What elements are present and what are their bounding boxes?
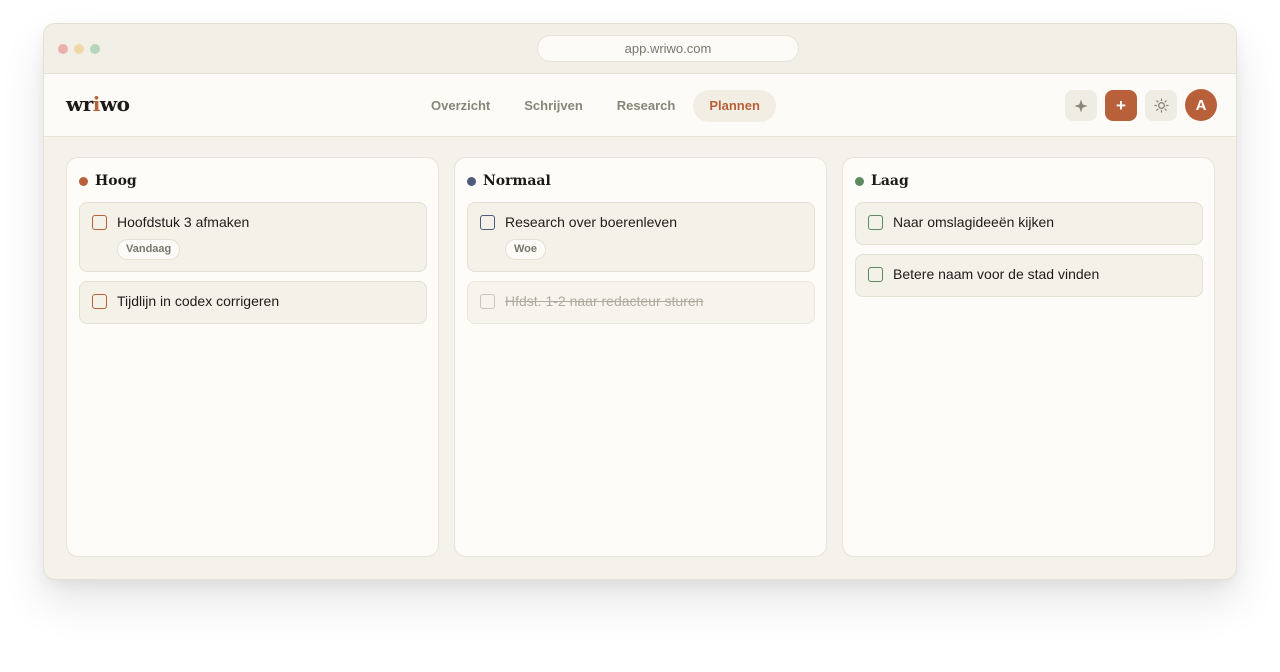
column-header: Hoog: [79, 172, 137, 190]
task-checkbox[interactable]: [92, 215, 107, 230]
nav-plannen[interactable]: Plannen: [693, 90, 776, 122]
task-title: Tijdlijn in codex corrigeren: [117, 293, 280, 309]
browser-window: app.wriwo.com wriwo Overzicht Schrijven …: [43, 23, 1237, 580]
nav-overzicht[interactable]: Overzicht: [415, 90, 506, 122]
nav-schrijven[interactable]: Schrijven: [508, 90, 599, 122]
task-title: Naar omslagideeën kijken: [893, 214, 1055, 230]
url-bar[interactable]: app.wriwo.com: [537, 35, 799, 62]
task-card[interactable]: Naar omslagideeën kijken: [855, 202, 1203, 245]
task-checkbox[interactable]: [480, 215, 495, 230]
task-card-done[interactable]: Hfdst. 1-2 naar redacteur sturen: [467, 281, 815, 324]
task-card[interactable]: Tijdlijn in codex corrigeren: [79, 281, 427, 324]
task-card[interactable]: Betere naam voor de stad vinden: [855, 254, 1203, 297]
task-card[interactable]: Research over boerenleven Woe: [467, 202, 815, 272]
task-card[interactable]: Hoofdstuk 3 afmaken Vandaag: [79, 202, 427, 272]
column-title: Hoog: [95, 173, 137, 189]
column-hoog: Hoog Hoofdstuk 3 afmaken Vandaag Tijdlij…: [66, 157, 439, 557]
logo-part: wo: [99, 92, 130, 116]
priority-dot: [855, 176, 864, 186]
column-title: Normaal: [483, 173, 551, 189]
add-button[interactable]: +: [1105, 90, 1137, 121]
minimize-window-dot[interactable]: [74, 44, 84, 54]
due-tag: Woe: [505, 239, 547, 260]
ai-assist-button[interactable]: [1065, 90, 1097, 121]
task-checkbox[interactable]: [868, 215, 883, 230]
column-header: Normaal: [467, 172, 551, 190]
task-title: Betere naam voor de stad vinden: [893, 266, 1100, 282]
due-tag: Vandaag: [117, 239, 181, 260]
browser-titlebar: app.wriwo.com: [44, 24, 1236, 74]
task-title: Hoofdstuk 3 afmaken: [117, 214, 250, 230]
column-title: Laag: [871, 173, 909, 189]
wriwo-logo[interactable]: wriwo: [66, 92, 130, 116]
sparkle-icon: [1074, 99, 1088, 112]
task-title: Research over boerenleven: [505, 214, 677, 230]
close-window-dot[interactable]: [58, 44, 68, 54]
maximize-window-dot[interactable]: [90, 44, 100, 54]
task-checkbox[interactable]: [92, 294, 107, 309]
app-header: wriwo Overzicht Schrijven Research Plann…: [44, 74, 1236, 137]
column-header: Laag: [855, 172, 909, 190]
column-normaal: Normaal Research over boerenleven Woe Hf…: [454, 157, 827, 557]
avatar[interactable]: A: [1185, 89, 1217, 121]
logo-part: wr: [66, 92, 93, 116]
logo-accent: i: [92, 92, 101, 116]
priority-dot: [79, 176, 88, 186]
priority-dot: [467, 176, 476, 186]
nav-research[interactable]: Research: [601, 90, 692, 122]
column-laag: Laag Naar omslagideeën kijken Betere naa…: [842, 157, 1215, 557]
main-nav: Overzicht Schrijven Research Plannen: [415, 90, 778, 122]
theme-toggle-button[interactable]: [1145, 90, 1177, 121]
task-checkbox[interactable]: [868, 267, 883, 282]
sun-icon: [1153, 98, 1169, 113]
task-title: Hfdst. 1-2 naar redacteur sturen: [505, 293, 704, 309]
task-checkbox[interactable]: [480, 294, 495, 309]
